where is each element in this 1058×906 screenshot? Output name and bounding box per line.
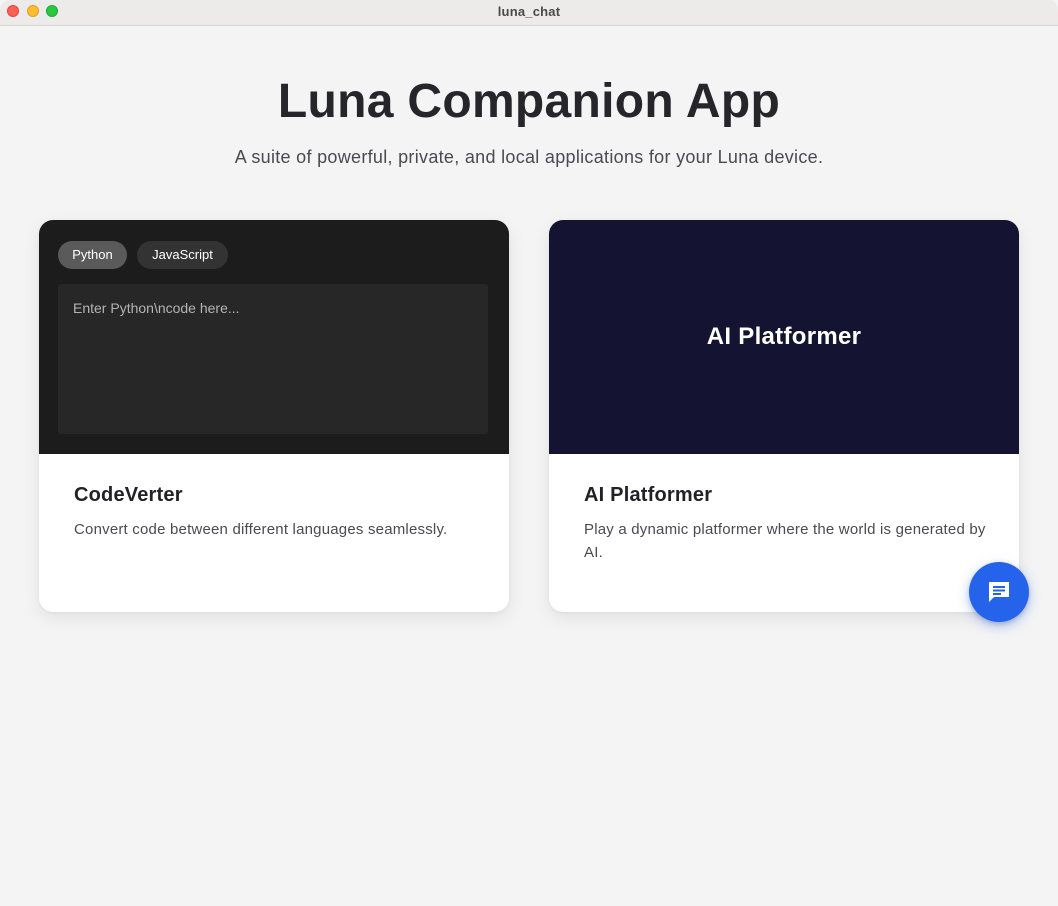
codeverter-card[interactable]: Python JavaScript CodeVerter Convert cod…: [39, 220, 509, 612]
main-content: Luna Companion App A suite of powerful, …: [0, 26, 1058, 906]
title-bar: luna_chat: [0, 0, 1058, 26]
ai-platformer-preview: AI Platformer: [549, 220, 1019, 454]
codeverter-preview: Python JavaScript: [39, 220, 509, 454]
language-pill-javascript[interactable]: JavaScript: [137, 241, 228, 269]
chat-button[interactable]: [969, 562, 1029, 622]
language-pill-python[interactable]: Python: [58, 241, 127, 269]
card-title: AI Platformer: [584, 484, 713, 506]
code-input[interactable]: [58, 284, 488, 434]
app-window: luna_chat Luna Companion App A suite of …: [0, 0, 1058, 906]
page-subtitle: A suite of powerful, private, and local …: [234, 147, 824, 167]
window-title: luna_chat: [497, 4, 561, 19]
card-description: Convert code between different languages…: [74, 521, 448, 538]
page-title: Luna Companion App: [277, 75, 781, 128]
preview-title: AI Platformer: [706, 323, 862, 350]
card-title: CodeVerter: [74, 484, 183, 506]
ai-platformer-card[interactable]: AI Platformer AI Platformer Play a dynam…: [549, 220, 1019, 612]
chat-bubble-icon: [989, 582, 1009, 602]
card-description: Play a dynamic platformer where the worl…: [584, 521, 986, 561]
